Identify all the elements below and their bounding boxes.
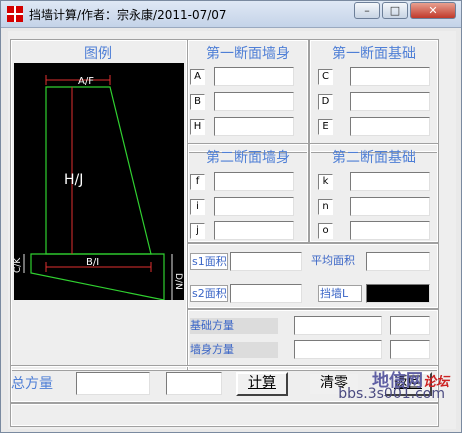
field-label-o: o (318, 223, 333, 239)
wall-volume-extra[interactable] (390, 340, 430, 359)
input-i[interactable] (214, 197, 294, 216)
field-label-h: H (190, 119, 205, 135)
total-volume-extra[interactable] (166, 372, 222, 395)
legend-heading: 图例 (84, 46, 112, 62)
avg-area-output[interactable] (366, 252, 430, 271)
close-button[interactable]: ✕ (410, 2, 456, 19)
input-n[interactable] (350, 197, 430, 216)
input-e[interactable] (350, 117, 430, 136)
field-label-i: i (190, 199, 205, 215)
status-panel (10, 403, 439, 427)
field-label-c: C (318, 69, 333, 85)
foundation-volume-output[interactable] (294, 316, 382, 335)
wall-body-shape (45, 86, 152, 255)
section1-base-heading: 第一断面基础 (332, 46, 416, 62)
foundation-volume-label: 基础方量 (190, 318, 278, 334)
total-volume-label: 总方量 (11, 376, 53, 392)
s1-area-output[interactable] (230, 252, 302, 271)
watermark-url: bbs.3s001.com (338, 386, 445, 402)
wall-diagram: A/F H/J B/I C/K D/N (13, 63, 184, 301)
height-dimension-label: H/J (64, 172, 83, 188)
input-b[interactable] (214, 92, 294, 111)
title-bar[interactable]: 挡墙计算/作者：宗永康/2011-07/07 – □ ✕ (1, 1, 461, 28)
field-label-n: n (318, 199, 333, 215)
maximize-button[interactable]: □ (382, 2, 408, 19)
input-d[interactable] (350, 92, 430, 111)
field-label-k: k (318, 174, 333, 190)
field-label-f: f (190, 174, 205, 190)
wall-length-input[interactable] (366, 284, 430, 303)
field-label-b: B (190, 94, 205, 110)
input-j[interactable] (214, 221, 294, 240)
section1-wall-heading: 第一断面墙身 (206, 46, 290, 62)
app-window: 挡墙计算/作者：宗永康/2011-07/07 – □ ✕ 图例 A/F H/J … (0, 0, 462, 433)
wall-length-label: 挡墙L (318, 285, 362, 302)
field-label-j: j (190, 223, 205, 239)
total-volume-output[interactable] (76, 372, 150, 395)
window-title: 挡墙计算/作者：宗永康/2011-07/07 (29, 8, 227, 22)
field-label-e: E (318, 119, 333, 135)
avg-area-label: 平均面积 (310, 253, 362, 270)
input-h[interactable] (214, 117, 294, 136)
input-k[interactable] (350, 172, 430, 191)
s1-area-label: s1面积 (190, 253, 228, 270)
input-a[interactable] (214, 67, 294, 86)
section2-base-heading: 第二断面基础 (332, 150, 416, 166)
left-dimension-label: C/K (14, 257, 23, 273)
right-dimension-label: D/N (173, 273, 183, 290)
foundation-volume-extra[interactable] (390, 316, 430, 335)
minimize-button[interactable]: – (354, 2, 380, 19)
calculate-button-label: 计算 (248, 375, 276, 391)
s2-area-output[interactable] (230, 284, 302, 303)
input-c[interactable] (350, 67, 430, 86)
top-dimension-label: A/F (78, 76, 94, 87)
s2-area-label: s2面积 (190, 285, 228, 302)
input-o[interactable] (350, 221, 430, 240)
wall-volume-output[interactable] (294, 340, 382, 359)
calculate-button[interactable]: 计算 (236, 372, 288, 396)
wall-volume-label: 墙身方量 (190, 342, 278, 358)
field-label-a: A (190, 69, 205, 85)
field-label-d: D (318, 94, 333, 110)
base-dimension-label: B/I (86, 257, 99, 268)
input-f[interactable] (214, 172, 294, 191)
wall-diagram-svg: A/F H/J B/I C/K D/N (13, 75, 183, 301)
section2-wall-heading: 第二断面墙身 (206, 150, 290, 166)
app-icon (7, 6, 23, 22)
